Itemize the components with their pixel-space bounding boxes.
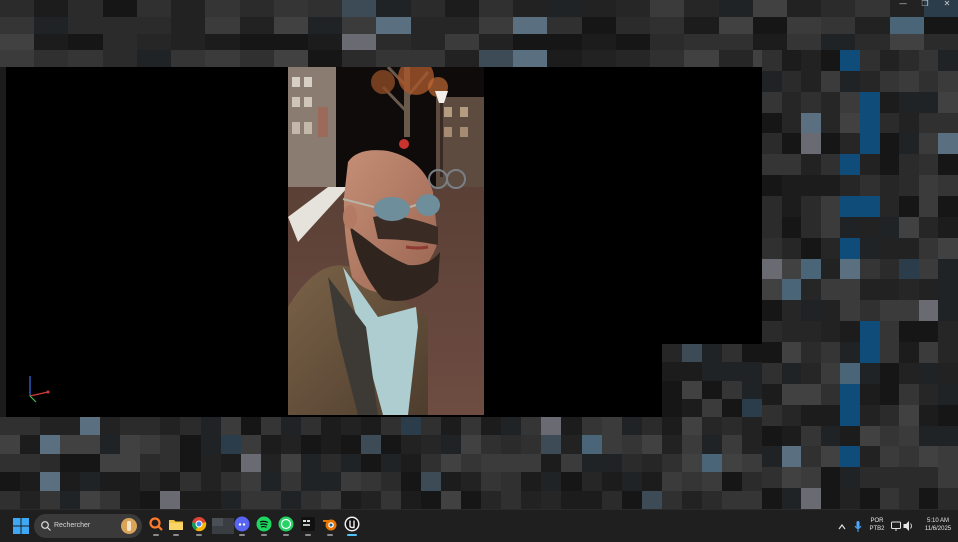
axis-gizmo-icon	[29, 376, 50, 403]
chrome-icon[interactable]	[189, 514, 209, 536]
windows-taskbar: Rechercher POR PTB2 5:10 AM 11/6/2025	[0, 509, 958, 542]
spotify-icon[interactable]	[254, 514, 274, 536]
clock[interactable]: 5:10 AM 11/6/2025	[918, 517, 958, 533]
keyboard-layout: PTB2	[869, 526, 885, 532]
obscured-right-panel	[762, 50, 958, 509]
taskbar-search-box[interactable]: Rechercher	[34, 514, 142, 538]
obscured-bottom-panel	[0, 417, 762, 509]
file-explorer-icon[interactable]	[166, 514, 186, 536]
whatsapp-icon[interactable]	[276, 514, 296, 536]
unreal-editor-window: — ❐ ✕ Rechercher POR PTB2 5:10 AM 11/6/2…	[0, 0, 958, 542]
window-controls: — ❐ ✕	[892, 0, 958, 8]
search-app-icon[interactable]	[146, 514, 166, 536]
minimize-button[interactable]: —	[892, 0, 914, 8]
character-scene-image	[288, 67, 484, 415]
network-display-icon[interactable]	[890, 510, 902, 542]
windows-start-button[interactable]	[12, 517, 30, 535]
search-icon	[41, 521, 51, 531]
tray-overflow-chevron-icon[interactable]	[836, 510, 848, 542]
terminal-app-icon[interactable]	[298, 514, 318, 536]
discord-icon[interactable]	[232, 514, 252, 536]
obscured-viewport-corner	[662, 344, 762, 417]
input-language-indicator[interactable]: POR PTB2	[866, 517, 888, 533]
viewport-render-scene	[288, 67, 484, 415]
clock-date: 11/6/2025	[924, 526, 952, 532]
unreal-engine-icon[interactable]	[342, 514, 362, 536]
close-button[interactable]: ✕	[936, 0, 958, 8]
language-code: POR	[870, 518, 884, 524]
clock-time: 5:10 AM	[926, 518, 949, 524]
search-placeholder: Rechercher	[54, 522, 91, 529]
blender-icon[interactable]	[320, 514, 340, 536]
taskbar-app-thumbnail[interactable]	[210, 514, 234, 536]
maximize-button[interactable]: ❐	[914, 0, 936, 8]
search-highlight-icon	[121, 518, 137, 534]
microphone-icon[interactable]	[852, 510, 864, 542]
volume-icon[interactable]	[902, 510, 914, 542]
